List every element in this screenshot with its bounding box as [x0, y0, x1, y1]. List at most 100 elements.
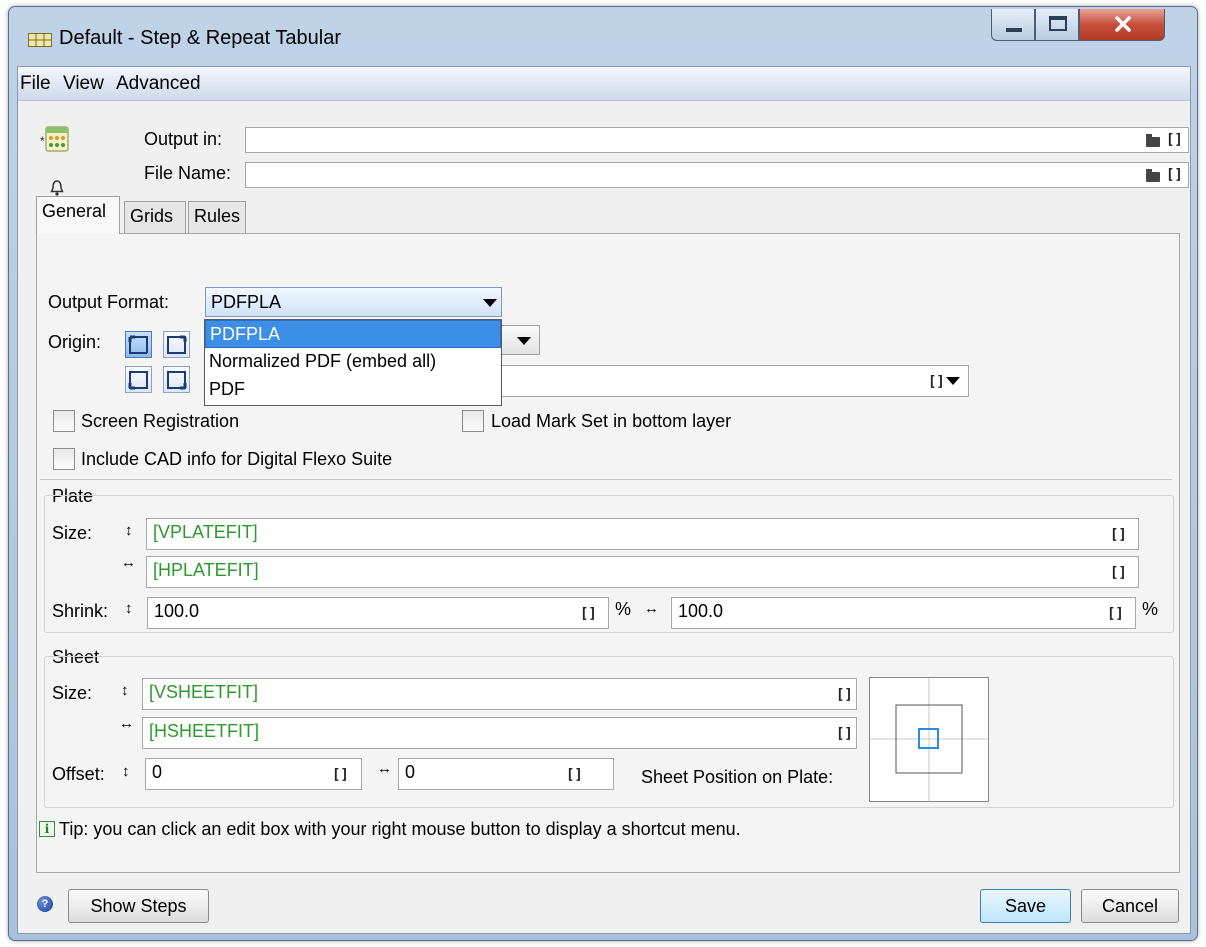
vertical-arrow-icon: ↕	[125, 522, 133, 539]
folder-icon[interactable]	[1146, 134, 1160, 147]
window-title: Default - Step & Repeat Tabular	[59, 27, 342, 49]
tab-grids-label: Grids	[130, 206, 174, 226]
vertical-arrow-icon: ↕	[122, 763, 130, 780]
help-icon[interactable]: ?	[37, 896, 53, 912]
load-mark-set-checkbox[interactable]	[462, 410, 484, 432]
minimize-button[interactable]	[991, 9, 1035, 41]
tab-rules-label: Rules	[194, 206, 241, 226]
sheet-position-preview[interactable]	[869, 677, 989, 802]
save-button[interactable]: Save	[980, 889, 1071, 923]
tip-text: Tip: you can click an edit box with your…	[59, 819, 741, 839]
include-cad-label: Include CAD info for Digital Flexo Suite	[81, 449, 393, 469]
variable-button[interactable]: []	[1166, 167, 1183, 183]
origin-bottom-right-button[interactable]	[163, 366, 190, 393]
section-divider	[40, 479, 1172, 480]
file-name-label: File Name:	[144, 163, 232, 183]
variable-button[interactable]: []	[836, 687, 853, 703]
plate-vertical-size-field[interactable]: [VPLATEFIT] []	[146, 518, 1139, 550]
sheet-position-label: Sheet Position on Plate:	[641, 767, 834, 787]
cancel-button[interactable]: Cancel	[1081, 889, 1179, 923]
origin-bottom-right-icon	[167, 371, 187, 390]
variable-button[interactable]: []	[1110, 527, 1127, 543]
variable-button[interactable]: []	[1166, 132, 1183, 148]
variable-button[interactable]: []	[928, 374, 945, 390]
variable-button[interactable]: []	[566, 767, 583, 783]
maximize-icon	[1049, 16, 1067, 31]
plate-vertical-size-value: [VPLATEFIT]	[153, 522, 258, 542]
horizontal-arrow-icon: ↔	[644, 600, 659, 617]
shrink-horizontal-field[interactable]: 100.0 []	[671, 597, 1136, 629]
file-name-field[interactable]: []	[245, 162, 1189, 188]
app-title-icon	[28, 33, 52, 47]
close-icon	[1115, 16, 1131, 32]
variable-button[interactable]: []	[1110, 565, 1127, 581]
variable-button[interactable]: []	[836, 726, 853, 742]
variable-button[interactable]: []	[332, 767, 349, 783]
variable-button[interactable]: []	[1107, 606, 1124, 622]
vertical-arrow-icon: ↕	[121, 682, 129, 699]
horizontal-arrow-icon: ↔	[119, 715, 134, 732]
step-repeat-tool-icon: *	[40, 126, 69, 152]
close-button[interactable]	[1079, 9, 1165, 41]
offset-vertical-field[interactable]: 0 []	[145, 758, 362, 790]
maximize-button[interactable]	[1035, 9, 1079, 41]
tab-general[interactable]: General	[36, 196, 120, 234]
origin-label: Origin:	[48, 332, 102, 352]
horizontal-arrow-icon: ↔	[377, 760, 392, 777]
output-in-field[interactable]: []	[245, 127, 1189, 153]
plate-horizontal-size-field[interactable]: [HPLATEFIT] []	[146, 556, 1139, 588]
option-pdf[interactable]: PDF	[205, 376, 501, 404]
menu-view[interactable]: View	[63, 73, 104, 95]
load-mark-set-label: Load Mark Set in bottom layer	[491, 411, 732, 431]
origin-bottom-left-button[interactable]	[125, 366, 152, 393]
variable-button[interactable]: []	[580, 606, 597, 622]
shrink-vertical-value: 100.0	[154, 601, 200, 621]
sheet-horizontal-size-value: [HSHEETFIT]	[149, 721, 260, 741]
plate-size-label: Size:	[52, 523, 93, 543]
sheet-horizontal-size-field[interactable]: [HSHEETFIT] []	[142, 717, 857, 749]
sheet-vertical-size-value: [VSHEETFIT]	[149, 682, 259, 702]
chevron-down-icon[interactable]	[946, 377, 960, 385]
horizontal-arrow-icon: ↔	[121, 554, 136, 571]
origin-top-left-icon	[128, 335, 148, 354]
tab-grids[interactable]: Grids	[124, 201, 186, 233]
menu-file[interactable]: File	[20, 73, 51, 95]
menu-advanced[interactable]: Advanced	[116, 73, 201, 95]
option-pdfpla[interactable]: PDFPLA	[205, 320, 501, 348]
offset-label: Offset:	[52, 764, 105, 784]
screen-registration-checkbox[interactable]	[53, 410, 75, 432]
sheet-position-diagram	[870, 678, 988, 801]
output-in-label: Output in:	[144, 129, 223, 149]
vertical-arrow-icon: ↕	[125, 600, 133, 617]
offset-vertical-value: 0	[152, 762, 163, 782]
origin-bottom-left-icon	[128, 371, 148, 390]
screen-registration-label: Screen Registration	[81, 411, 240, 431]
shrink-vertical-field[interactable]: 100.0 []	[147, 597, 609, 629]
chevron-down-icon	[483, 299, 497, 307]
bell-icon[interactable]	[50, 179, 64, 197]
offset-horizontal-field[interactable]: 0 []	[398, 758, 614, 790]
svg-text:*: *	[40, 134, 45, 148]
include-cad-checkbox[interactable]	[53, 448, 75, 470]
sheet-vertical-size-field[interactable]: [VSHEETFIT] []	[142, 678, 857, 710]
offset-horizontal-value: 0	[405, 762, 416, 782]
mark-set-field[interactable]: []	[420, 365, 969, 397]
shrink-label: Shrink:	[52, 601, 109, 621]
info-icon: i	[39, 821, 55, 837]
shrink-horizontal-value: 100.0	[678, 601, 724, 621]
title-bar[interactable]: Default - Step & Repeat Tabular	[9, 7, 1197, 67]
output-format-value: PDFPLA	[211, 292, 282, 312]
origin-top-right-button[interactable]	[163, 331, 190, 358]
folder-icon[interactable]	[1146, 169, 1160, 182]
output-format-label: Output Format:	[48, 292, 170, 312]
shrink-vertical-percent: %	[615, 599, 632, 619]
tab-general-label: General	[42, 201, 107, 221]
show-steps-button[interactable]: Show Steps	[68, 889, 209, 923]
sheet-size-label: Size:	[52, 683, 93, 703]
tab-rules[interactable]: Rules	[188, 201, 246, 233]
output-format-select[interactable]: PDFPLA	[205, 287, 502, 317]
option-normalized-pdf[interactable]: Normalized PDF (embed all)	[205, 348, 501, 376]
origin-top-right-icon	[167, 335, 187, 354]
origin-top-left-button[interactable]	[125, 331, 152, 358]
plate-horizontal-size-value: [HPLATEFIT]	[153, 560, 259, 580]
